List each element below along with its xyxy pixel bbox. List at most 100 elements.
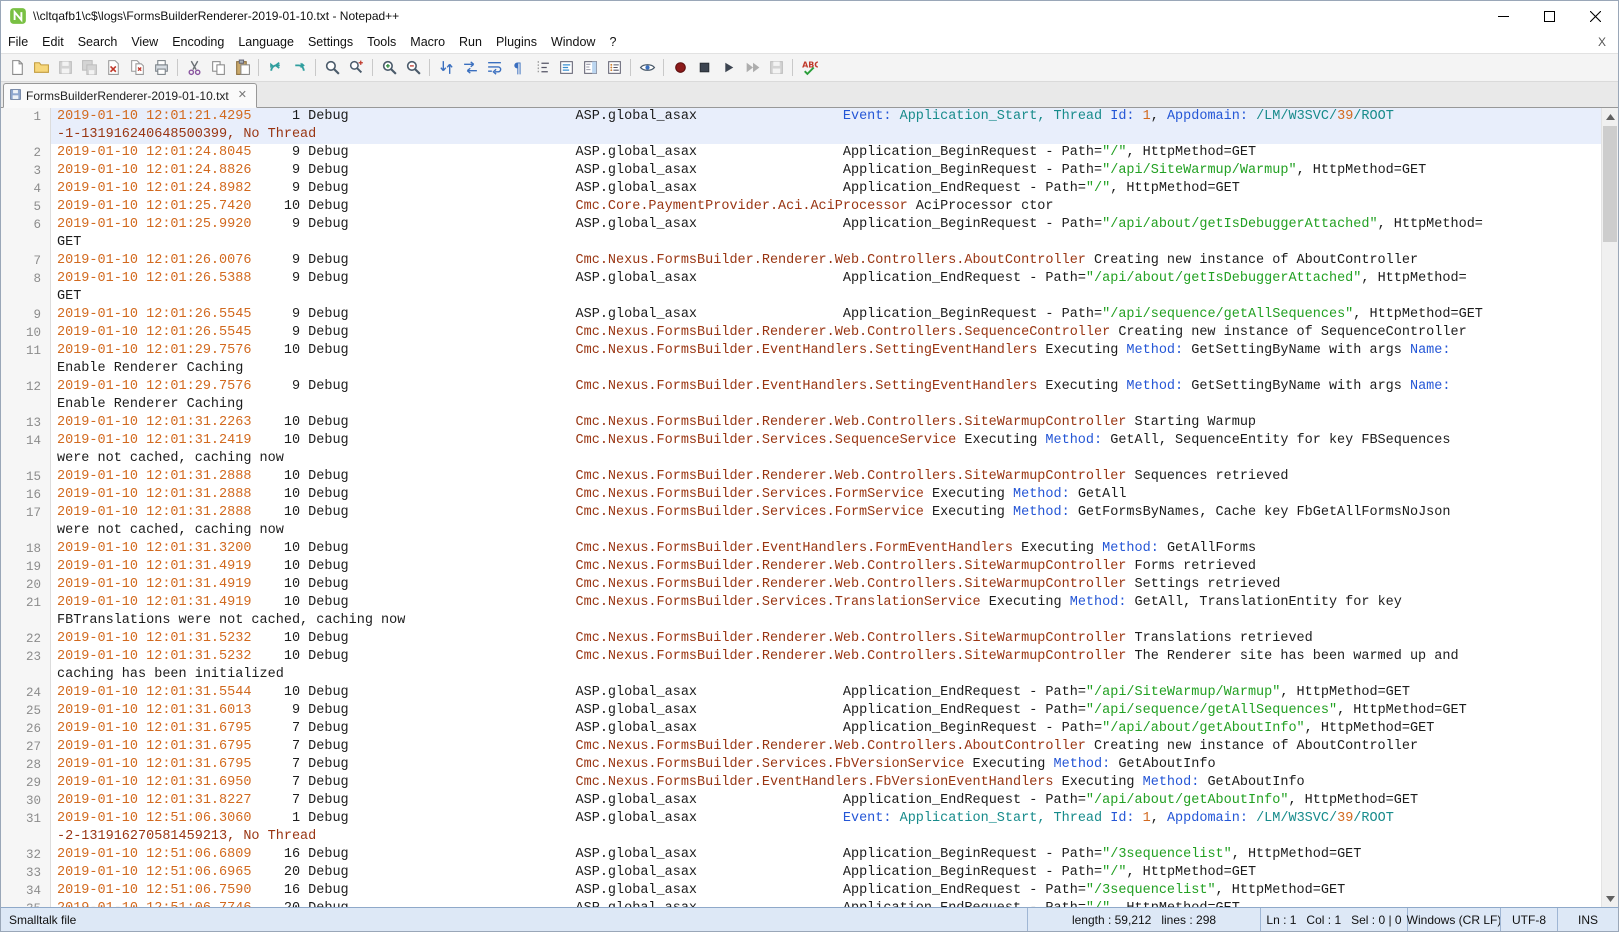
close-button[interactable] bbox=[1572, 1, 1618, 31]
line-number[interactable]: 19 bbox=[1, 558, 51, 576]
line-number[interactable]: 7 bbox=[1, 252, 51, 270]
line-number[interactable] bbox=[1, 126, 51, 144]
tab-formsbuilderrenderer[interactable]: FormsBuilderRenderer-2019-01-10.txt ✕ bbox=[3, 83, 257, 108]
find-button[interactable] bbox=[320, 56, 344, 80]
line-text[interactable]: GET bbox=[51, 288, 1601, 306]
line-text[interactable]: 2019-01-10 12:01:26.5545 9 Debug Cmc.Nex… bbox=[51, 324, 1601, 342]
record-macro-button[interactable] bbox=[668, 56, 692, 80]
tab-close-icon[interactable]: ✕ bbox=[235, 88, 250, 103]
line-text[interactable]: 2019-01-10 12:01:31.8227 7 Debug ASP.glo… bbox=[51, 792, 1601, 810]
line-text[interactable]: Enable Renderer Caching bbox=[51, 360, 1601, 378]
line-text[interactable]: 2019-01-10 12:01:21.4295 1 Debug ASP.glo… bbox=[51, 108, 1601, 126]
save-button[interactable] bbox=[53, 56, 77, 80]
line-number[interactable]: 29 bbox=[1, 774, 51, 792]
line-number[interactable]: 17 bbox=[1, 504, 51, 522]
line-text[interactable]: 2019-01-10 12:01:31.2888 10 Debug Cmc.Ne… bbox=[51, 468, 1601, 486]
function-list-button[interactable] bbox=[554, 56, 578, 80]
line-number[interactable]: 9 bbox=[1, 306, 51, 324]
spell-check-button[interactable]: ABC bbox=[797, 56, 821, 80]
close-file-button[interactable] bbox=[101, 56, 125, 80]
zoom-out-button[interactable] bbox=[401, 56, 425, 80]
line-text[interactable]: were not cached, caching now bbox=[51, 522, 1601, 540]
menu-view[interactable]: View bbox=[124, 33, 165, 51]
line-number[interactable] bbox=[1, 450, 51, 468]
menu-plugins[interactable]: Plugins bbox=[489, 33, 544, 51]
line-number[interactable]: 32 bbox=[1, 846, 51, 864]
line-number[interactable]: 10 bbox=[1, 324, 51, 342]
document-list-button[interactable] bbox=[602, 56, 626, 80]
show-all-characters-button[interactable]: ¶ bbox=[506, 56, 530, 80]
line-text[interactable]: 2019-01-10 12:01:26.5388 9 Debug ASP.glo… bbox=[51, 270, 1601, 288]
line-text[interactable]: -1-131916240648500399, No Thread bbox=[51, 126, 1601, 144]
line-text[interactable]: 2019-01-10 12:01:29.7576 10 Debug Cmc.Ne… bbox=[51, 342, 1601, 360]
line-number[interactable]: 35 bbox=[1, 900, 51, 907]
line-number[interactable]: 30 bbox=[1, 792, 51, 810]
line-number[interactable]: 12 bbox=[1, 378, 51, 396]
line-number[interactable] bbox=[1, 234, 51, 252]
run-macro-multiple-button[interactable] bbox=[740, 56, 764, 80]
word-wrap-button[interactable] bbox=[482, 56, 506, 80]
menu-file[interactable]: File bbox=[1, 33, 35, 51]
line-number[interactable]: 27 bbox=[1, 738, 51, 756]
line-text[interactable]: 2019-01-10 12:01:24.8826 9 Debug ASP.glo… bbox=[51, 162, 1601, 180]
menu-search[interactable]: Search bbox=[71, 33, 125, 51]
line-text[interactable]: 2019-01-10 12:01:24.8045 9 Debug ASP.glo… bbox=[51, 144, 1601, 162]
line-text[interactable]: 2019-01-10 12:01:31.6950 7 Debug Cmc.Nex… bbox=[51, 774, 1601, 792]
line-text[interactable]: 2019-01-10 12:51:06.7746 20 Debug ASP.gl… bbox=[51, 900, 1601, 907]
line-text[interactable]: -2-131916270581459213, No Thread bbox=[51, 828, 1601, 846]
line-text[interactable]: 2019-01-10 12:01:31.5232 10 Debug Cmc.Ne… bbox=[51, 630, 1601, 648]
line-number[interactable]: 3 bbox=[1, 162, 51, 180]
line-number[interactable] bbox=[1, 828, 51, 846]
menu-tools[interactable]: Tools bbox=[360, 33, 403, 51]
new-file-button[interactable] bbox=[5, 56, 29, 80]
line-number[interactable]: 1 bbox=[1, 108, 51, 126]
line-number[interactable]: 14 bbox=[1, 432, 51, 450]
line-number[interactable]: 5 bbox=[1, 198, 51, 216]
line-text[interactable]: 2019-01-10 12:01:31.6795 7 Debug ASP.glo… bbox=[51, 720, 1601, 738]
line-text[interactable]: 2019-01-10 12:01:31.4919 10 Debug Cmc.Ne… bbox=[51, 558, 1601, 576]
line-text[interactable]: 2019-01-10 12:01:31.5232 10 Debug Cmc.Ne… bbox=[51, 648, 1601, 666]
line-number[interactable]: 11 bbox=[1, 342, 51, 360]
monitoring-button[interactable] bbox=[635, 56, 659, 80]
line-text[interactable]: 2019-01-10 12:01:25.7420 10 Debug Cmc.Co… bbox=[51, 198, 1601, 216]
line-text[interactable]: 2019-01-10 12:01:31.2888 10 Debug Cmc.Ne… bbox=[51, 504, 1601, 522]
line-text[interactable]: 2019-01-10 12:01:31.6795 7 Debug Cmc.Nex… bbox=[51, 738, 1601, 756]
scroll-up-button[interactable] bbox=[1602, 108, 1618, 125]
scroll-down-button[interactable] bbox=[1602, 890, 1618, 907]
menu-settings[interactable]: Settings bbox=[301, 33, 360, 51]
line-text[interactable]: 2019-01-10 12:51:06.7590 16 Debug ASP.gl… bbox=[51, 882, 1601, 900]
line-number[interactable] bbox=[1, 522, 51, 540]
line-text[interactable]: 2019-01-10 12:01:31.4919 10 Debug Cmc.Ne… bbox=[51, 576, 1601, 594]
line-text[interactable]: 2019-01-10 12:01:31.2888 10 Debug Cmc.Ne… bbox=[51, 486, 1601, 504]
stop-recording-button[interactable] bbox=[692, 56, 716, 80]
line-number[interactable]: 31 bbox=[1, 810, 51, 828]
save-all-button[interactable] bbox=[77, 56, 101, 80]
menu-encoding[interactable]: Encoding bbox=[165, 33, 231, 51]
menu-language[interactable]: Language bbox=[231, 33, 301, 51]
line-text[interactable]: Enable Renderer Caching bbox=[51, 396, 1601, 414]
document-map-button[interactable] bbox=[578, 56, 602, 80]
line-number[interactable]: 18 bbox=[1, 540, 51, 558]
menubar-close-icon[interactable]: X bbox=[1592, 35, 1612, 49]
line-number[interactable] bbox=[1, 666, 51, 684]
save-macro-button[interactable] bbox=[764, 56, 788, 80]
line-text[interactable]: 2019-01-10 12:01:29.7576 9 Debug Cmc.Nex… bbox=[51, 378, 1601, 396]
line-number[interactable]: 8 bbox=[1, 270, 51, 288]
line-number[interactable] bbox=[1, 360, 51, 378]
line-number[interactable]: 20 bbox=[1, 576, 51, 594]
line-text[interactable]: 2019-01-10 12:01:31.5544 10 Debug ASP.gl… bbox=[51, 684, 1601, 702]
cut-button[interactable] bbox=[182, 56, 206, 80]
line-number[interactable]: 22 bbox=[1, 630, 51, 648]
line-number[interactable]: 23 bbox=[1, 648, 51, 666]
line-text[interactable]: 2019-01-10 12:01:31.6795 7 Debug Cmc.Nex… bbox=[51, 756, 1601, 774]
line-text[interactable]: 2019-01-10 12:51:06.6965 20 Debug ASP.gl… bbox=[51, 864, 1601, 882]
line-text[interactable]: GET bbox=[51, 234, 1601, 252]
line-text[interactable]: 2019-01-10 12:51:06.3060 1 Debug ASP.glo… bbox=[51, 810, 1601, 828]
line-text[interactable]: 2019-01-10 12:01:26.0076 9 Debug Cmc.Nex… bbox=[51, 252, 1601, 270]
line-text[interactable]: 2019-01-10 12:01:31.3200 10 Debug Cmc.Ne… bbox=[51, 540, 1601, 558]
line-text[interactable]: 2019-01-10 12:01:26.5545 9 Debug ASP.glo… bbox=[51, 306, 1601, 324]
line-text[interactable]: 2019-01-10 12:01:31.2419 10 Debug Cmc.Ne… bbox=[51, 432, 1601, 450]
copy-button[interactable] bbox=[206, 56, 230, 80]
line-number[interactable]: 33 bbox=[1, 864, 51, 882]
line-text[interactable]: were not cached, caching now bbox=[51, 450, 1601, 468]
